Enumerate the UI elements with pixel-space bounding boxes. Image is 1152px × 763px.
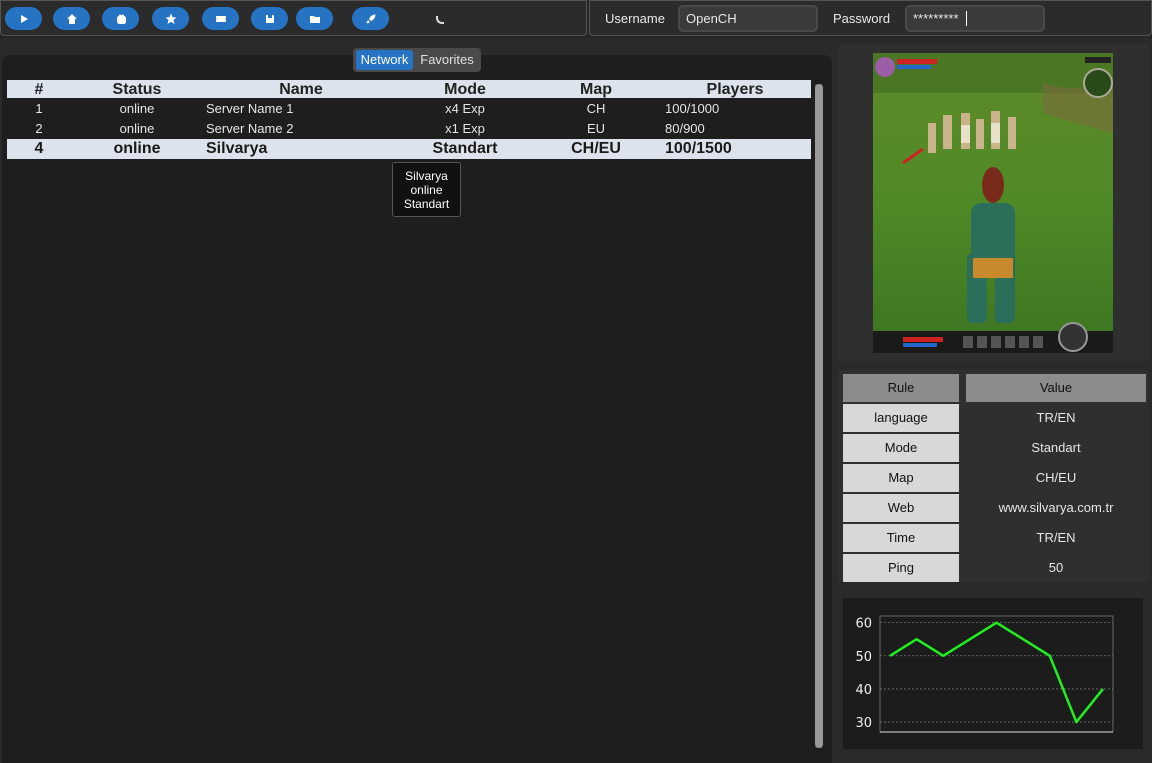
rule-value: Standart xyxy=(1031,440,1081,455)
header-map[interactable]: Map xyxy=(556,80,636,99)
cell-number: 1 xyxy=(35,101,43,116)
username-label: Username xyxy=(605,11,665,26)
tab-favorites[interactable]: Favorites xyxy=(416,50,478,70)
hand-icon xyxy=(116,14,126,24)
rocket-icon xyxy=(366,14,375,23)
star-icon xyxy=(165,13,176,24)
cell-status: online xyxy=(119,101,155,116)
rule-key: language xyxy=(843,404,959,432)
rule-key: Ping xyxy=(843,554,959,582)
tab-bar: Network Favorites xyxy=(353,48,481,72)
y-tick-label: 30 xyxy=(855,716,872,731)
rule-key: Web xyxy=(843,494,959,522)
username-input[interactable] xyxy=(678,5,818,32)
rule-value: 50 xyxy=(1048,560,1064,575)
header-status[interactable]: Status xyxy=(97,80,177,99)
rule-value: CH/EU xyxy=(1035,470,1077,485)
table-row[interactable]: 1 online Server Name 1 x4 Exp CH 100/100… xyxy=(7,99,811,119)
cell-name: Server Name 2 xyxy=(206,121,294,136)
rule-key: Mode xyxy=(843,434,959,462)
y-tick-label: 50 xyxy=(855,650,872,665)
folder-button[interactable] xyxy=(296,7,333,30)
save-button[interactable] xyxy=(251,7,288,30)
server-screenshot-image xyxy=(873,53,1113,353)
home-button[interactable] xyxy=(53,7,90,30)
rule-value: TR/EN xyxy=(1036,410,1076,425)
password-label: Password xyxy=(833,11,891,26)
cell-mode: x4 Exp xyxy=(445,101,485,116)
cell-mode: x1 Exp xyxy=(445,121,485,136)
save-icon xyxy=(265,14,274,23)
text-caret xyxy=(966,11,967,26)
tooltip-line: Silvarya xyxy=(405,169,448,183)
rule-key: Map xyxy=(843,464,959,492)
cell-number: 4 xyxy=(34,140,44,157)
scrollbar-thumb[interactable] xyxy=(815,84,823,748)
ping-chart: 60 50 40 30 xyxy=(843,598,1143,749)
table-row[interactable]: 2 online Server Name 2 x1 Exp EU 80/900 xyxy=(7,119,811,139)
cell-mode: Standart xyxy=(432,140,498,157)
favorites-button[interactable] xyxy=(152,7,189,30)
home-icon xyxy=(66,13,77,24)
rule-value: www.silvarya.com.tr xyxy=(998,500,1114,515)
table-header: # Status Name Mode Map Players xyxy=(7,80,811,98)
cell-status: online xyxy=(119,121,155,136)
hand-button[interactable] xyxy=(102,7,139,30)
header-name[interactable]: Name xyxy=(261,80,341,99)
header-mode[interactable]: Mode xyxy=(425,80,505,99)
table-row-selected[interactable]: 4 online Silvarya Standart CH/EU 100/150… xyxy=(7,139,811,159)
cell-name: Silvarya xyxy=(206,140,268,157)
password-input[interactable] xyxy=(905,5,1045,32)
y-tick-label: 40 xyxy=(855,683,872,698)
header-players[interactable]: Players xyxy=(695,80,775,99)
plot-area xyxy=(879,615,1114,733)
cell-number: 2 xyxy=(35,121,43,136)
rule-key: Time xyxy=(843,524,959,552)
cell-players: 80/900 xyxy=(665,121,705,136)
rocket-button[interactable] xyxy=(352,7,389,30)
folder-icon xyxy=(309,15,320,23)
tooltip-line: Standart xyxy=(403,197,450,211)
play-button[interactable] xyxy=(5,7,42,30)
rules-header-value[interactable]: Value xyxy=(966,374,1146,402)
rules-header-rule[interactable]: Rule xyxy=(843,374,959,402)
y-tick-label: 60 xyxy=(855,617,872,632)
cell-map: EU xyxy=(586,121,606,136)
tooltip-line: online xyxy=(410,183,443,197)
tab-network[interactable]: Network xyxy=(356,50,413,70)
cell-players: 100/1500 xyxy=(665,140,732,157)
play-icon xyxy=(20,14,28,23)
ticket-button[interactable] xyxy=(202,7,239,30)
row-tooltip: Silvarya online Standart xyxy=(392,162,461,217)
cell-map: CH xyxy=(586,101,606,116)
ticket-icon xyxy=(215,15,226,22)
cell-players: 100/1000 xyxy=(665,101,720,116)
cell-map: CH/EU xyxy=(571,140,621,157)
rule-value: TR/EN xyxy=(1036,530,1076,545)
header-number[interactable]: # xyxy=(29,80,49,99)
cell-name: Server Name 1 xyxy=(206,101,294,116)
cell-status: online xyxy=(113,140,161,157)
ping-chart-svg: 60 50 40 30 xyxy=(855,615,1114,733)
